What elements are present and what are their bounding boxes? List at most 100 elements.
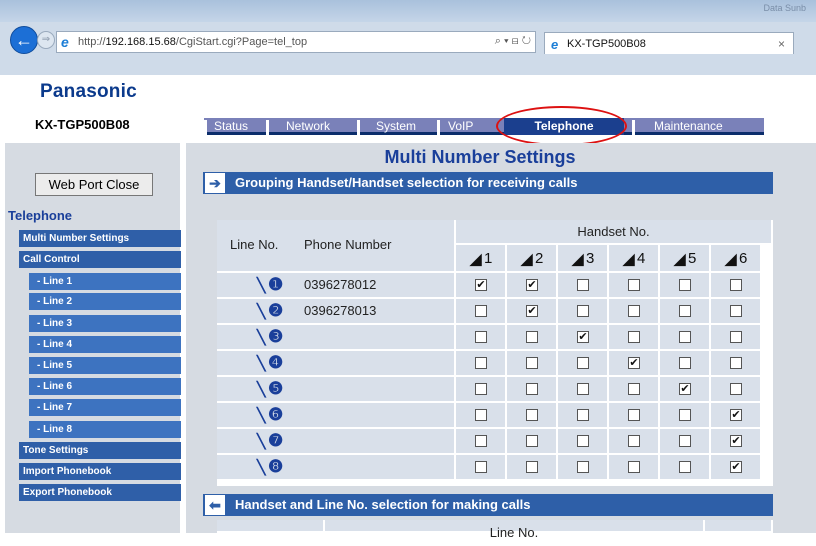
page-title: Multi Number Settings	[384, 147, 576, 167]
checkbox-cell	[507, 403, 558, 429]
handset-3-line-5-checkbox[interactable]	[577, 383, 589, 395]
tab-voip[interactable]: VoIP	[448, 118, 473, 135]
tab-network[interactable]: Network	[286, 118, 330, 135]
handset-5-line-2-checkbox[interactable]	[679, 305, 691, 317]
checkbox-cell	[456, 429, 507, 455]
checkbox-cell	[558, 403, 609, 429]
handset-4-line-7-checkbox[interactable]	[628, 435, 640, 447]
handset-5-line-4-checkbox[interactable]	[679, 357, 691, 369]
line-number-badge: ❼	[268, 431, 284, 450]
sidebar-item-line-4[interactable]: - Line 4	[29, 336, 181, 353]
handset-2-line-8-checkbox[interactable]	[526, 461, 538, 473]
checkbox-cell	[711, 351, 762, 377]
handset-2-line-7-checkbox[interactable]	[526, 435, 538, 447]
handset-5-line-1-checkbox[interactable]	[679, 279, 691, 291]
tab-maintenance[interactable]: Maintenance	[654, 118, 723, 135]
handset-6-line-4-checkbox[interactable]	[730, 357, 742, 369]
handset-6-line-6-checkbox[interactable]: ✔	[730, 409, 742, 421]
checkbox-cell	[711, 299, 762, 325]
handset-5-line-8-checkbox[interactable]	[679, 461, 691, 473]
sidebar-item-line-3[interactable]: - Line 3	[29, 315, 181, 332]
checkbox-cell	[507, 377, 558, 403]
tab-close-icon[interactable]: ×	[778, 37, 785, 51]
checkbox-cell	[609, 403, 660, 429]
sidebar-item-multi-number-settings[interactable]: Multi Number Settings	[19, 230, 181, 247]
handset-1-line-2-checkbox[interactable]	[475, 305, 487, 317]
sidebar-item-line-7[interactable]: - Line 7	[29, 399, 181, 416]
handset-4-line-2-checkbox[interactable]	[628, 305, 640, 317]
checkbox-cell: ✔	[711, 455, 762, 481]
handset-4-line-5-checkbox[interactable]	[628, 383, 640, 395]
handset-6-line-5-checkbox[interactable]	[730, 383, 742, 395]
handset-4-line-4-checkbox[interactable]: ✔	[628, 357, 640, 369]
main-panel: Multi Number Settings ➔ Grouping Handset…	[186, 143, 816, 540]
handset-6-line-8-checkbox[interactable]: ✔	[730, 461, 742, 473]
handset-3-line-8-checkbox[interactable]	[577, 461, 589, 473]
nav-separator	[632, 120, 635, 135]
handset-3-line-1-checkbox[interactable]	[577, 279, 589, 291]
handset-header-1: ◢ 1	[456, 245, 507, 273]
checkbox-cell	[456, 455, 507, 481]
web-port-close-button[interactable]: Web Port Close	[35, 173, 153, 196]
sidebar-item-call-control[interactable]: Call Control	[19, 251, 181, 268]
handset-1-line-4-checkbox[interactable]	[475, 357, 487, 369]
checkbox-cell: ✔	[456, 273, 507, 299]
tab-status[interactable]: Status	[214, 118, 248, 135]
highlight-ellipse	[496, 106, 627, 146]
handset-5-line-7-checkbox[interactable]	[679, 435, 691, 447]
forward-button[interactable]: ⇒	[37, 31, 55, 49]
handset-1-line-3-checkbox[interactable]	[475, 331, 487, 343]
handset-3-line-6-checkbox[interactable]	[577, 409, 589, 421]
handset-2-line-3-checkbox[interactable]	[526, 331, 538, 343]
handset-5-line-3-checkbox[interactable]	[679, 331, 691, 343]
handset-6-line-1-checkbox[interactable]	[730, 279, 742, 291]
sidebar-item-line-2[interactable]: - Line 2	[29, 293, 181, 310]
handset-2-line-6-checkbox[interactable]	[526, 409, 538, 421]
sidebar-item-line-6[interactable]: - Line 6	[29, 378, 181, 395]
handset-5-line-6-checkbox[interactable]	[679, 409, 691, 421]
handset-5-line-5-checkbox[interactable]: ✔	[679, 383, 691, 395]
handset-2-line-5-checkbox[interactable]	[526, 383, 538, 395]
header-cell-left: Line No. Phone Number	[217, 220, 456, 273]
address-bar[interactable]: e http://192.168.15.68/CgiStart.cgi?Page…	[56, 31, 536, 53]
model-name: KX-TGP500B08	[35, 117, 130, 132]
handset-3-line-3-checkbox[interactable]: ✔	[577, 331, 589, 343]
handset-4-line-8-checkbox[interactable]	[628, 461, 640, 473]
sidebar-item-tone-settings[interactable]: Tone Settings	[19, 442, 181, 459]
checkbox-cell	[660, 299, 711, 325]
handset-6-line-2-checkbox[interactable]	[730, 305, 742, 317]
checkbox-cell	[711, 377, 762, 403]
handset-6-line-3-checkbox[interactable]	[730, 331, 742, 343]
handset-3-line-2-checkbox[interactable]	[577, 305, 589, 317]
sidebar-item-line-1[interactable]: - Line 1	[29, 273, 181, 290]
handset-1-line-1-checkbox[interactable]: ✔	[475, 279, 487, 291]
sidebar-item-export-phonebook[interactable]: Export Phonebook	[19, 484, 181, 501]
back-button[interactable]: ←	[10, 26, 38, 54]
handset-4-line-1-checkbox[interactable]	[628, 279, 640, 291]
browser-tab[interactable]: e KX-TGP500B08 ×	[544, 32, 794, 54]
sidebar-item-import-phonebook[interactable]: Import Phonebook	[19, 463, 181, 480]
grid2-corner	[217, 520, 325, 533]
handset-icon: ◢	[572, 251, 584, 268]
table-row: ╲ ❸	[217, 325, 456, 351]
handset-1-line-7-checkbox[interactable]	[475, 435, 487, 447]
handset-2-line-1-checkbox[interactable]: ✔	[526, 279, 538, 291]
handset-3-line-7-checkbox[interactable]	[577, 435, 589, 447]
address-controls-icon[interactable]: ⌕ ▾ ⊟ ↻	[495, 35, 531, 48]
handset-2-line-2-checkbox[interactable]: ✔	[526, 305, 538, 317]
handset-4-line-3-checkbox[interactable]	[628, 331, 640, 343]
handset-1-line-5-checkbox[interactable]	[475, 383, 487, 395]
handset-1-line-6-checkbox[interactable]	[475, 409, 487, 421]
handset-1-line-8-checkbox[interactable]	[475, 461, 487, 473]
sidebar-item-line-5[interactable]: - Line 5	[29, 357, 181, 374]
handset-4-line-6-checkbox[interactable]	[628, 409, 640, 421]
handset-number: 1	[484, 250, 493, 267]
table-row: ╲ ❺	[217, 377, 456, 403]
handset-icon: ◢	[674, 251, 686, 268]
tab-system[interactable]: System	[376, 118, 416, 135]
handset-3-line-4-checkbox[interactable]	[577, 357, 589, 369]
handset-6-line-7-checkbox[interactable]: ✔	[730, 435, 742, 447]
handset-2-line-4-checkbox[interactable]	[526, 357, 538, 369]
sidebar-item-line-8[interactable]: - Line 8	[29, 421, 181, 438]
checkbox-cell	[609, 429, 660, 455]
